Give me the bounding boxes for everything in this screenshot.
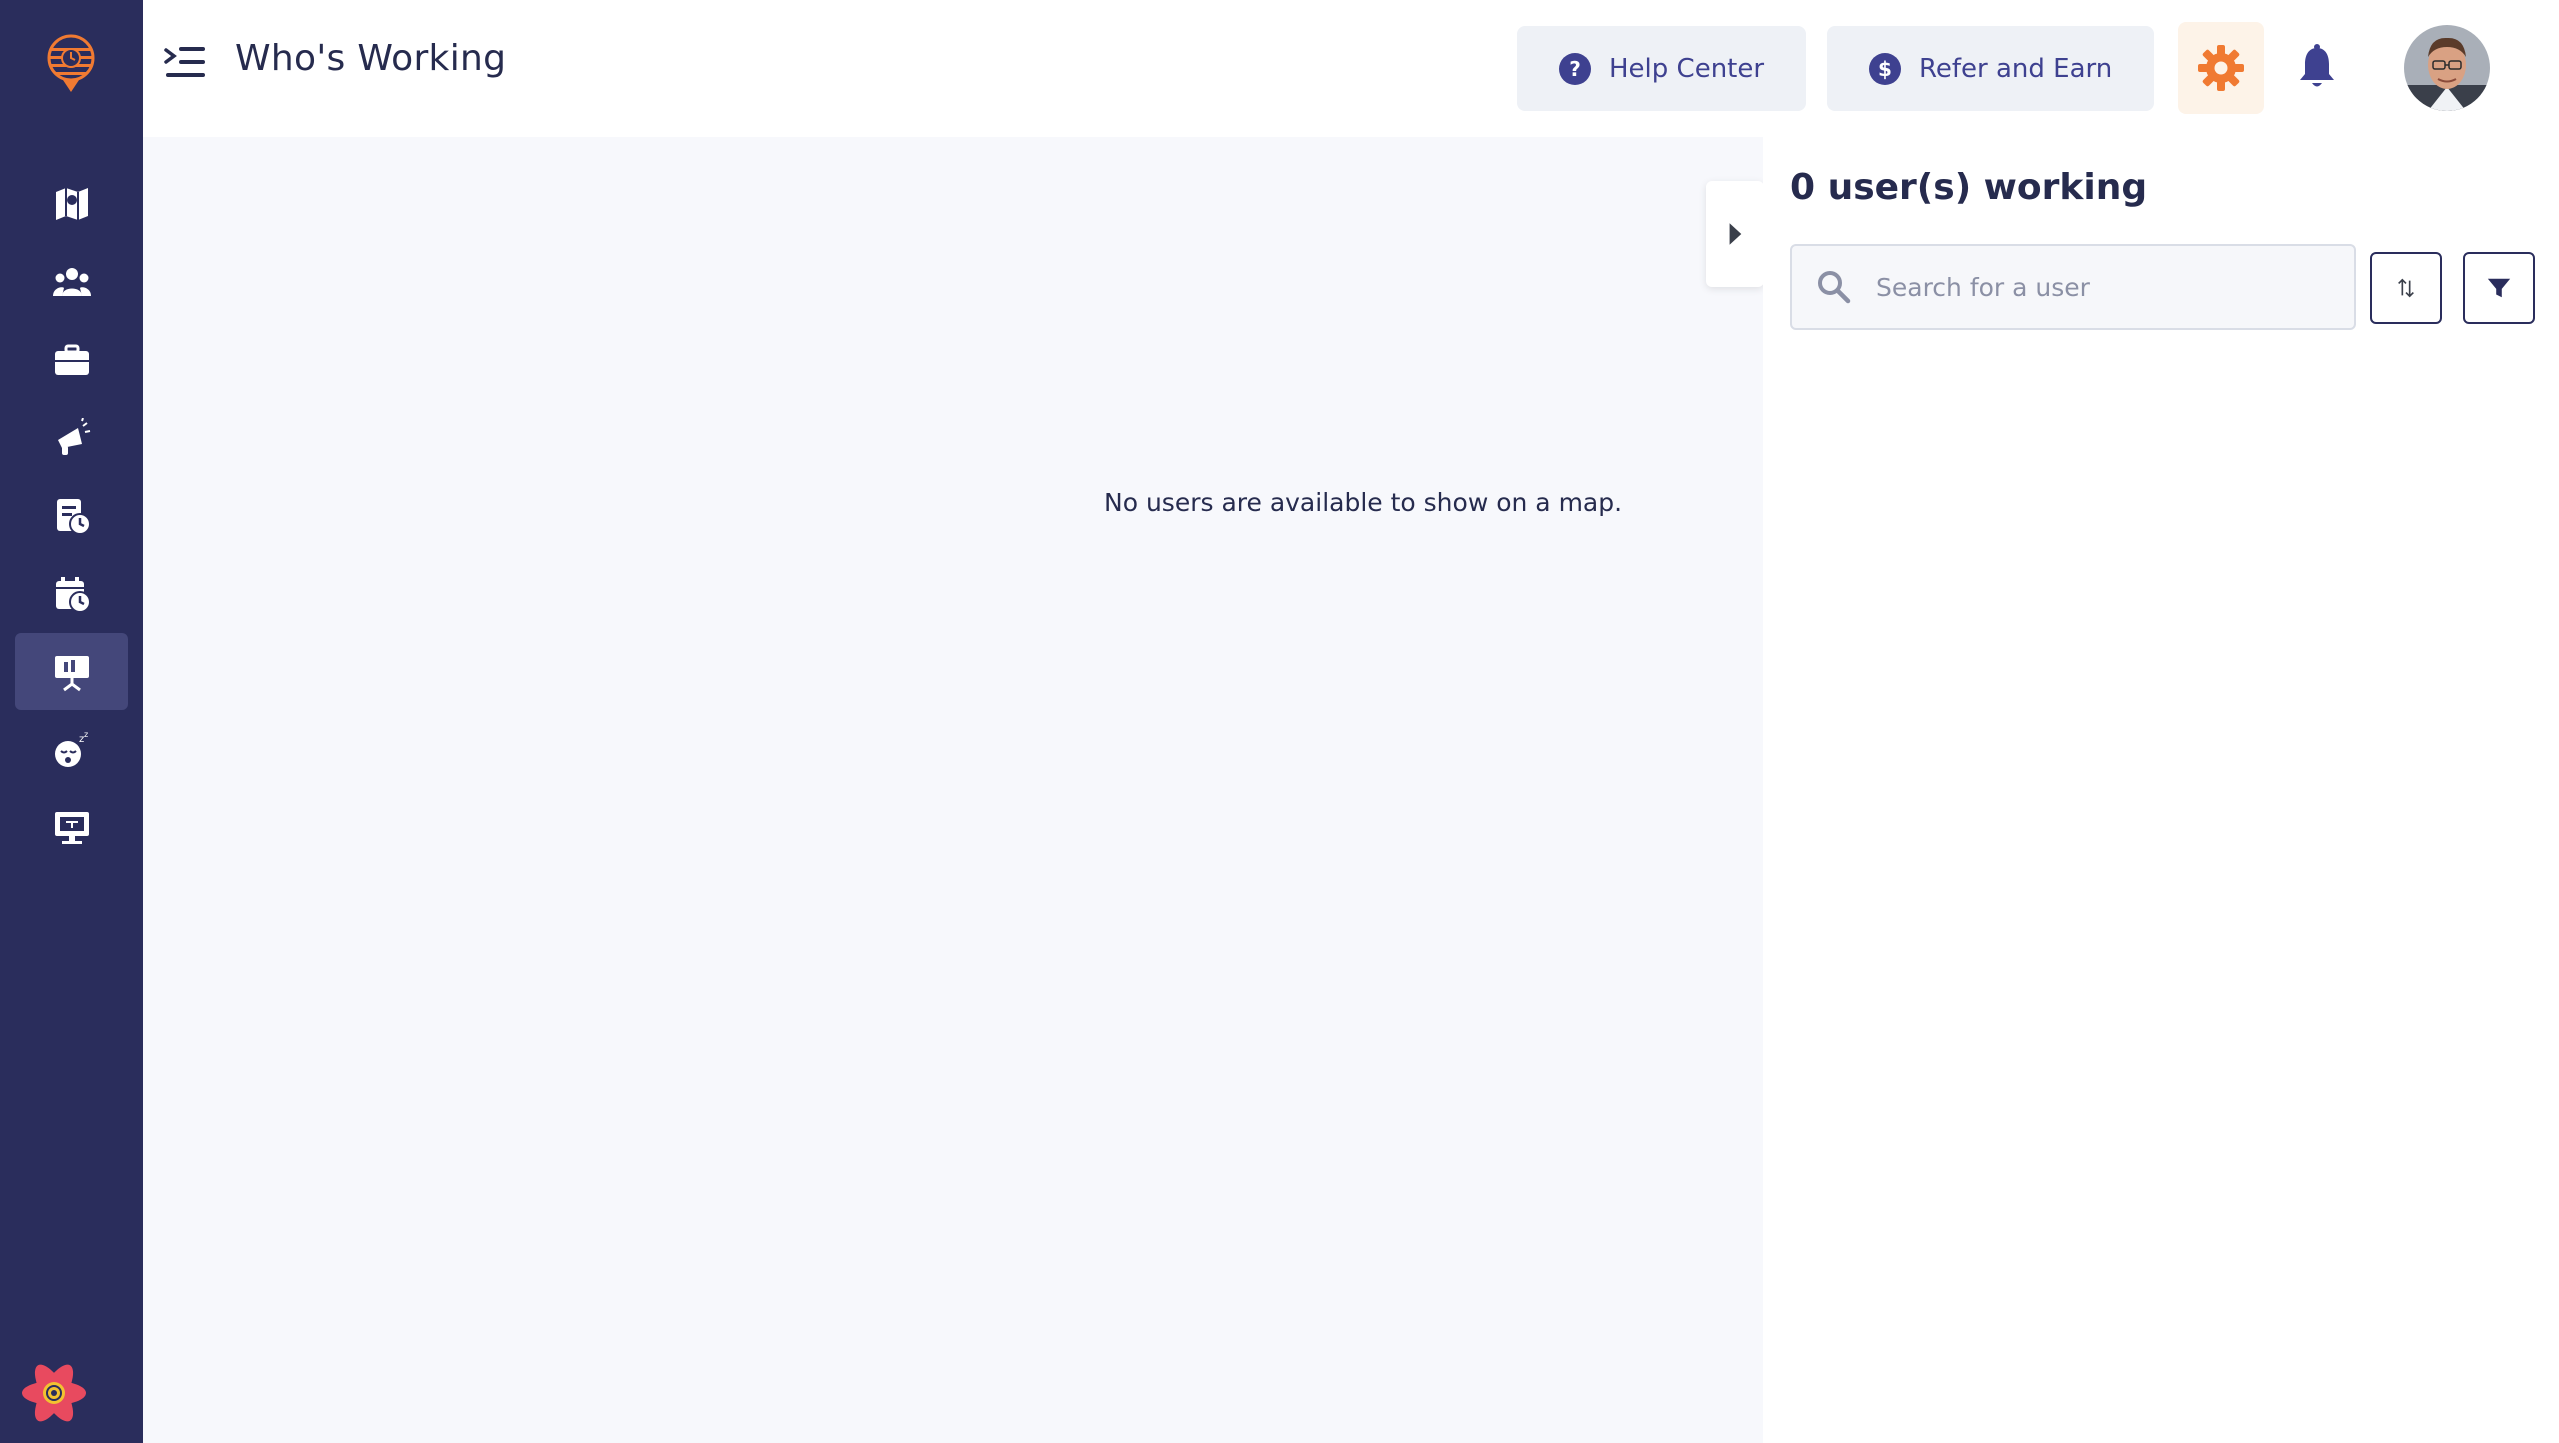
gear-icon [2198, 45, 2244, 91]
nav-item-activity[interactable] [15, 789, 128, 866]
nav-item-announcements[interactable] [15, 399, 128, 476]
nav-item-team[interactable] [15, 243, 128, 320]
users-working-heading: 0 user(s) working [1790, 167, 2148, 208]
settings-button[interactable] [2178, 22, 2264, 114]
calendar-clock-icon [55, 576, 91, 613]
collapse-panel-button[interactable] [1706, 181, 1764, 287]
filter-icon [2487, 278, 2511, 298]
nav-item-time-off[interactable]: z z [15, 711, 128, 788]
megaphone-icon [57, 417, 90, 455]
team-icon [52, 267, 91, 296]
briefcase-icon [54, 344, 89, 375]
filter-button[interactable] [2463, 252, 2535, 324]
presentation-icon [54, 655, 89, 691]
nav-item-schedule[interactable] [15, 555, 128, 632]
sort-icon [2398, 278, 2414, 298]
help-icon: ? [1559, 52, 1591, 85]
help-center-button[interactable]: ? Help Center [1517, 26, 1807, 111]
notifications-button[interactable] [2296, 44, 2338, 90]
dollar-icon: $ [1869, 52, 1901, 85]
sleep-icon: z z [54, 730, 88, 767]
top-header: Who's Working ? Help Center $ Refer and … [143, 0, 2559, 137]
user-avatar[interactable] [2404, 25, 2490, 111]
nav-item-map[interactable] [15, 165, 128, 242]
search-box[interactable] [1790, 244, 2356, 330]
caret-right-icon [1729, 223, 1742, 245]
nav-item-whos-working[interactable] [15, 633, 128, 710]
refer-and-earn-button[interactable]: $ Refer and Earn [1827, 26, 2155, 111]
svg-text:z: z [84, 730, 88, 739]
refer-label: Refer and Earn [1919, 53, 2113, 84]
sort-button[interactable] [2370, 252, 2442, 324]
monitor-icon [54, 811, 89, 844]
sidebar: z z [0, 0, 143, 1443]
map-icon [55, 187, 88, 220]
menu-toggle-icon[interactable] [163, 42, 207, 82]
nav-item-projects[interactable] [15, 321, 128, 398]
nav-item-timesheets[interactable] [15, 477, 128, 554]
users-panel: 0 user(s) working [1763, 137, 2559, 1443]
app-root: z z Who's Working ? Help Center $ Refer … [0, 0, 2559, 1443]
search-icon [1818, 271, 1851, 304]
brand-logo[interactable] [37, 28, 105, 96]
map-area[interactable]: No users are available to show on a map. [143, 137, 1763, 1443]
page-title: Who's Working [235, 38, 507, 79]
react-devtools-icon[interactable] [18, 1357, 90, 1429]
bell-icon [2300, 44, 2334, 87]
timesheet-icon [56, 498, 91, 535]
help-center-label: Help Center [1609, 53, 1765, 84]
search-input[interactable] [1876, 272, 2336, 302]
